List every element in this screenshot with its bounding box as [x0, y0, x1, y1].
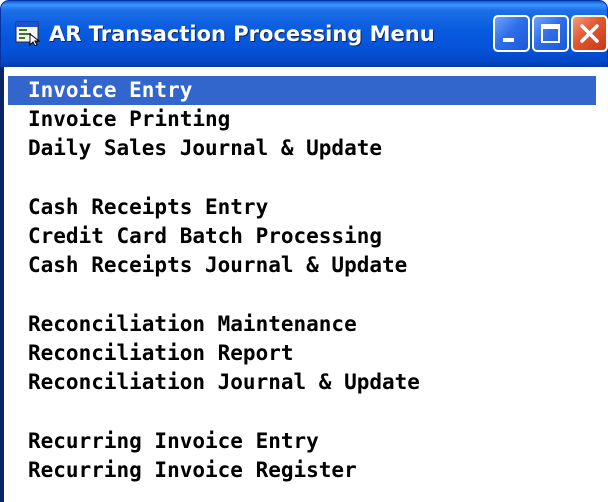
menu-item-cash-receipts-journal-update[interactable]: Cash Receipts Journal & Update: [8, 251, 608, 280]
menu-item-reconciliation-report[interactable]: Reconciliation Report: [8, 339, 608, 368]
menu-separator: [8, 163, 608, 193]
menu-item-reconciliation-journal-update[interactable]: Reconciliation Journal & Update: [8, 368, 608, 397]
minimize-button[interactable]: [493, 15, 530, 52]
maximize-button[interactable]: [532, 15, 569, 52]
maximize-icon: [541, 24, 560, 43]
menu-item-invoice-entry[interactable]: Invoice Entry: [8, 76, 596, 105]
menu-list: Invoice Entry Invoice Printing Daily Sal…: [8, 76, 608, 485]
terminal-app-icon[interactable]: [15, 20, 41, 47]
menu-item-reconciliation-maintenance[interactable]: Reconciliation Maintenance: [8, 310, 608, 339]
menu-item-daily-sales-journal-update[interactable]: Daily Sales Journal & Update: [8, 134, 608, 163]
menu-item-cash-receipts-entry[interactable]: Cash Receipts Entry: [8, 193, 608, 222]
menu-item-credit-card-batch-processing[interactable]: Credit Card Batch Processing: [8, 222, 608, 251]
menu-separator: [8, 280, 608, 310]
close-button[interactable]: [571, 15, 608, 52]
menu-item-invoice-printing[interactable]: Invoice Printing: [8, 105, 608, 134]
menu-client-area: Invoice Entry Invoice Printing Daily Sal…: [0, 67, 608, 502]
close-icon: [580, 24, 599, 43]
minimize-icon: [503, 38, 514, 42]
menu-item-recurring-invoice-register[interactable]: Recurring Invoice Register: [8, 456, 608, 485]
menu-separator: [8, 397, 608, 427]
app-window: AR Transaction Processing Menu Invoice E…: [0, 0, 608, 502]
title-bar[interactable]: AR Transaction Processing Menu: [0, 0, 608, 67]
menu-item-recurring-invoice-entry[interactable]: Recurring Invoice Entry: [8, 427, 608, 456]
window-title: AR Transaction Processing Menu: [49, 22, 435, 46]
